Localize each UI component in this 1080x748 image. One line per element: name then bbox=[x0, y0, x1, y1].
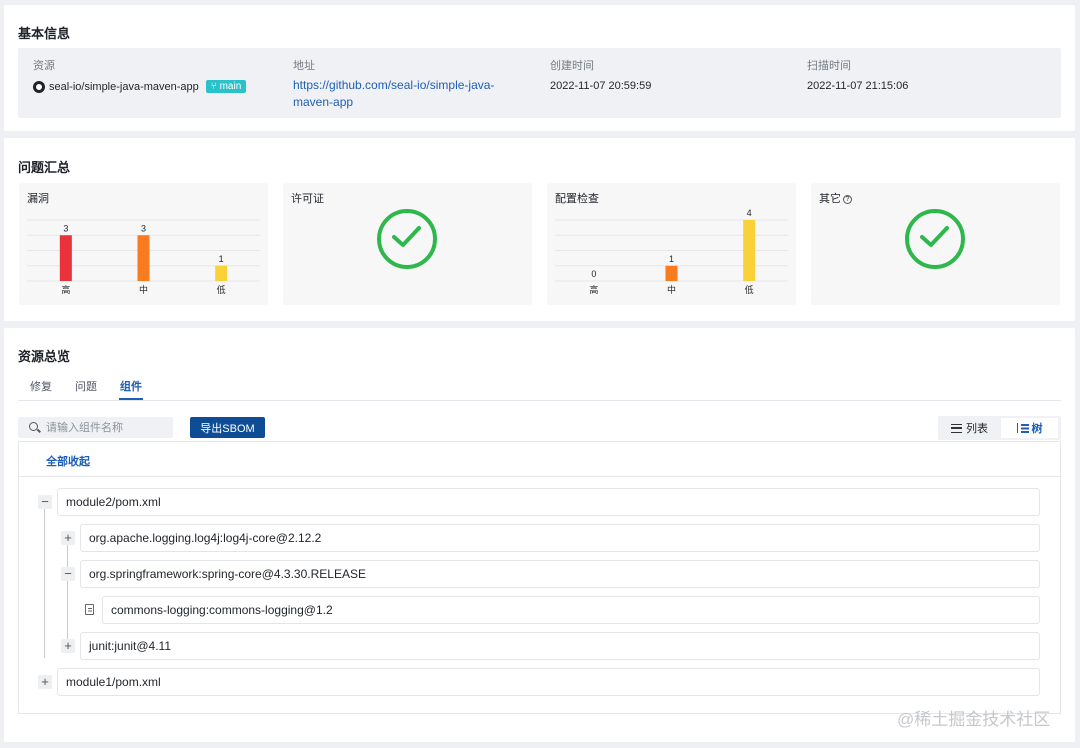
collapse-all-link[interactable]: 全部收起 bbox=[46, 453, 90, 469]
other-summary-box[interactable]: 其它? bbox=[811, 183, 1060, 305]
vuln-bar-1[interactable] bbox=[137, 235, 150, 281]
file-icon bbox=[85, 604, 94, 615]
resource-column: 资源 seal-io/simple-java-maven-app ⑂ main bbox=[33, 57, 247, 93]
license-title: 许可证 bbox=[291, 193, 324, 205]
tree-node-log4j[interactable]: org.apache.logging.log4j:log4j-core@2.12… bbox=[80, 524, 1040, 552]
basic-info-title: 基本信息 bbox=[18, 26, 71, 41]
resource-overview-card: 资源总览 修复 问题 组件 导出SBOM 列表 树 全部收起 − module2… bbox=[4, 328, 1075, 742]
tree-view-button[interactable]: 树 bbox=[1001, 418, 1058, 438]
vuln-bar-chart: 3 高 3 中 1 低 bbox=[27, 219, 260, 296]
tree-connector bbox=[67, 539, 68, 651]
scanned-value: 2022-11-07 21:15:06 bbox=[807, 80, 909, 92]
basic-info-card: 基本信息 资源 seal-io/simple-java-maven-app ⑂ … bbox=[4, 5, 1075, 131]
resource-label: 资源 bbox=[33, 60, 55, 72]
view-switch: 列表 树 bbox=[938, 416, 1061, 440]
resource-value: seal-io/simple-java-maven-app ⑂ main bbox=[33, 80, 247, 93]
license-check-icon bbox=[377, 209, 437, 269]
vuln-category-label-0: 高 bbox=[61, 284, 70, 296]
list-view-button[interactable]: 列表 bbox=[941, 418, 998, 438]
tree-node-junit[interactable]: junit:junit@4.11 bbox=[80, 632, 1040, 660]
watermark: @稀土掘金技术社区 bbox=[897, 710, 1051, 729]
vuln-bar-2[interactable] bbox=[215, 265, 228, 281]
tree-node-spring-core[interactable]: org.springframework:spring-core@4.3.30.R… bbox=[80, 560, 1040, 588]
address-label: 地址 bbox=[293, 60, 315, 72]
issue-summary-title: 问题汇总 bbox=[18, 160, 71, 175]
vuln-bar-0[interactable] bbox=[59, 235, 72, 281]
list-icon bbox=[951, 423, 962, 433]
export-sbom-button[interactable]: 导出SBOM bbox=[190, 417, 265, 438]
vuln-value-label-0: 3 bbox=[63, 223, 68, 233]
vuln-summary-box[interactable]: 漏洞 3高3中1低 bbox=[19, 183, 268, 305]
branch-tag: ⑂ main bbox=[205, 80, 247, 93]
created-column: 创建时间 2022-11-07 20:59:59 bbox=[550, 57, 651, 92]
tree-icon bbox=[1016, 423, 1029, 433]
config-category-label-2: 低 bbox=[745, 284, 754, 296]
expand-toggle[interactable]: + bbox=[61, 531, 75, 545]
created-label: 创建时间 bbox=[550, 60, 594, 72]
panel-divider bbox=[19, 476, 1060, 477]
config-bar-chart: 0 高 1 中 4 低 bbox=[555, 208, 788, 296]
tab-issues[interactable]: 问题 bbox=[75, 378, 97, 394]
github-icon bbox=[33, 80, 45, 93]
expand-toggle[interactable]: + bbox=[61, 639, 75, 653]
resource-name: seal-io/simple-java-maven-app bbox=[49, 80, 199, 93]
tree-connector bbox=[44, 504, 45, 658]
other-title: 其它? bbox=[819, 190, 852, 206]
collapse-toggle[interactable]: − bbox=[38, 495, 52, 509]
vuln-category-label-2: 低 bbox=[217, 284, 226, 296]
address-column: 地址 https://github.com/seal-io/simple-jav… bbox=[293, 57, 523, 111]
config-value-label-1: 1 bbox=[669, 254, 674, 264]
scanned-column: 扫描时间 2022-11-07 21:15:06 bbox=[807, 57, 908, 92]
basic-info-panel: 资源 seal-io/simple-java-maven-app ⑂ main … bbox=[18, 48, 1061, 118]
vuln-value-label-1: 3 bbox=[141, 223, 146, 233]
tab-components[interactable]: 组件 bbox=[120, 378, 142, 394]
help-icon[interactable]: ? bbox=[843, 195, 852, 204]
config-value-label-0: 0 bbox=[591, 269, 596, 279]
tree-node-module2[interactable]: module2/pom.xml bbox=[57, 488, 1040, 516]
scanned-label: 扫描时间 bbox=[807, 60, 851, 72]
overview-tabs: 修复 问题 组件 bbox=[18, 378, 1061, 401]
vuln-category-label-1: 中 bbox=[139, 284, 148, 296]
resource-overview-title: 资源总览 bbox=[18, 349, 71, 364]
license-summary-box[interactable]: 许可证 bbox=[283, 183, 532, 305]
created-value: 2022-11-07 20:59:59 bbox=[550, 80, 652, 92]
config-category-label-1: 中 bbox=[667, 284, 676, 296]
vuln-value-label-2: 1 bbox=[219, 254, 224, 264]
search-icon bbox=[29, 422, 38, 431]
tree-node-commons-logging[interactable]: commons-logging:commons-logging@1.2 bbox=[102, 596, 1040, 624]
tree-node-module1[interactable]: module1/pom.xml bbox=[57, 668, 1040, 696]
collapse-toggle[interactable]: − bbox=[61, 567, 75, 581]
other-check-icon bbox=[905, 209, 965, 269]
config-summary-box[interactable]: 配置检查 0高1中4低 bbox=[547, 183, 796, 305]
config-bar-1[interactable] bbox=[665, 265, 678, 281]
config-value-label-2: 4 bbox=[747, 208, 752, 218]
expand-toggle[interactable]: + bbox=[38, 675, 52, 689]
config-category-label-0: 高 bbox=[589, 284, 598, 296]
issue-summary-card: 问题汇总 漏洞 3高3中1低 许可证 配置检查 0高1中4低 其它? bbox=[4, 138, 1075, 321]
component-tree-panel: 全部收起 − module2/pom.xml + org.apache.logg… bbox=[18, 441, 1061, 714]
tab-fix[interactable]: 修复 bbox=[30, 378, 52, 394]
address-link[interactable]: https://github.com/seal-io/simple-java-m… bbox=[293, 77, 523, 111]
config-bar-2[interactable] bbox=[743, 220, 756, 281]
active-tab-indicator bbox=[119, 398, 143, 400]
component-search-input[interactable] bbox=[46, 419, 166, 436]
